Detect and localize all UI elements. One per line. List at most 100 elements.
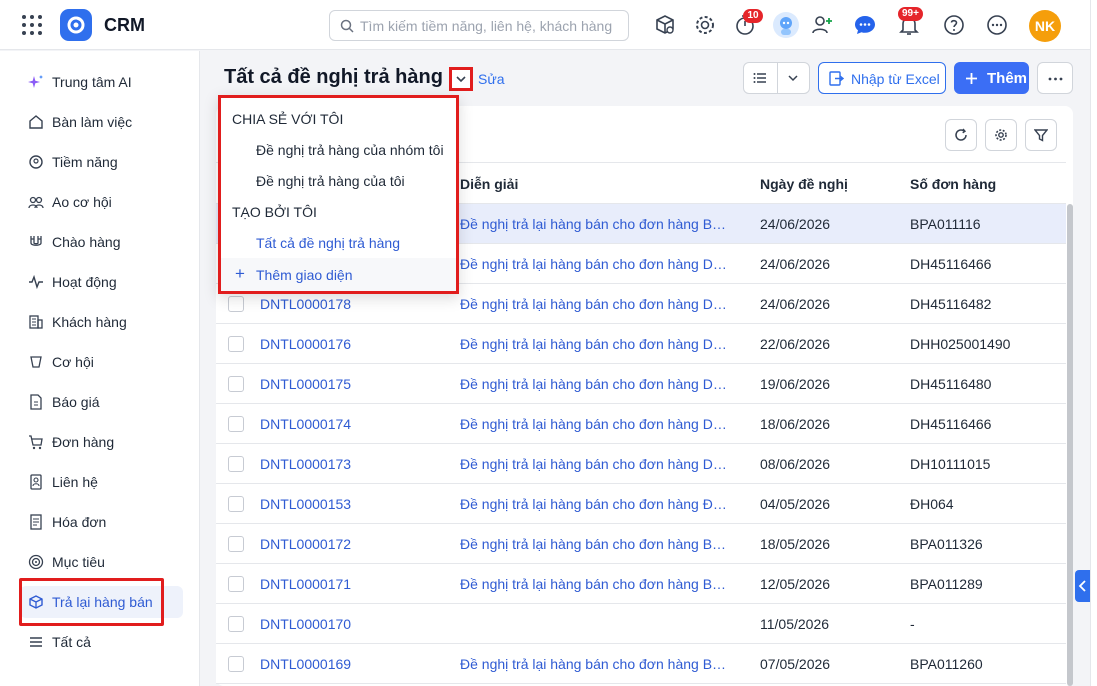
dropdown-item-my-returns[interactable]: Đề nghị trả hàng của tôi (256, 173, 405, 189)
timer-badge: 10 (743, 9, 763, 23)
description-link[interactable]: Đề nghị trả lại hàng bán cho đơn hàng BP… (460, 216, 732, 232)
return-code-link[interactable]: DNTL0000178 (260, 296, 351, 312)
description-link[interactable]: Đề nghị trả lại hàng bán cho đơn hàng DH… (460, 296, 732, 312)
column-header-date[interactable]: Ngày đề nghị (760, 176, 848, 192)
table-row[interactable]: DNTL0000170 11/05/2026 - (216, 604, 1066, 644)
sidebar-item-contacts[interactable]: Liên hệ (20, 466, 183, 498)
sidebar-item-orders[interactable]: Đơn hàng (20, 426, 183, 458)
table-row[interactable]: DNTL0000171 Đề nghị trả lại hàng bán cho … (216, 564, 1066, 604)
description-link[interactable]: Đề nghị trả lại hàng bán cho đơn hàng DH… (460, 376, 732, 392)
add-view-button[interactable]: + Thêm giao diện (221, 258, 456, 291)
sidebar-item-all[interactable]: Tất cả (20, 626, 183, 658)
row-checkbox[interactable] (228, 656, 244, 672)
sidebar-item-label: Mục tiêu (52, 554, 105, 570)
sidebar-item-label: Trả lại hàng bán (52, 594, 153, 610)
sidebar-item-offers[interactable]: Chào hàng (20, 226, 183, 258)
refresh-button[interactable] (945, 119, 977, 151)
table-row[interactable]: DNTL0000174 Đề nghị trả lại hàng bán cho … (216, 404, 1066, 444)
row-checkbox[interactable] (228, 336, 244, 352)
apps-grid-icon[interactable] (22, 15, 42, 35)
description-link[interactable]: Đề nghị trả lại hàng bán cho đơn hàng BP… (460, 576, 732, 592)
dropdown-item-all-returns[interactable]: Tất cả đề nghị trả hàng (256, 235, 400, 251)
view-mode-button[interactable] (743, 62, 810, 94)
sidebar-item-ai-center[interactable]: Trung tâm AI (20, 66, 183, 98)
column-header-order[interactable]: Số đơn hàng (910, 176, 996, 192)
sidebar-item-sales-returns[interactable]: Trả lại hàng bán (20, 586, 183, 618)
row-checkbox[interactable] (228, 536, 244, 552)
return-code-link[interactable]: DNTL0000174 (260, 416, 351, 432)
search-input[interactable] (360, 15, 622, 37)
sidebar-item-targets[interactable]: Mục tiêu (20, 546, 183, 578)
sidebar-item-opportunities[interactable]: Cơ hội (20, 346, 183, 378)
table-row[interactable]: DNTL0000173 Đề nghị trả lại hàng bán cho … (216, 444, 1066, 484)
chat-icon[interactable] (853, 13, 877, 37)
description-link[interactable]: Đề nghị trả lại hàng bán cho đơn hàng BP… (460, 656, 732, 672)
return-code-link[interactable]: DNTL0000176 (260, 336, 351, 352)
table-settings-button[interactable] (985, 119, 1017, 151)
settings-icon[interactable] (693, 13, 717, 37)
help-icon[interactable] (942, 13, 966, 37)
side-panel-toggle[interactable] (1075, 570, 1090, 602)
import-excel-button[interactable]: Nhập từ Excel (818, 62, 946, 94)
return-code-link[interactable]: DNTL0000169 (260, 656, 351, 672)
row-checkbox[interactable] (228, 576, 244, 592)
activity-icon (29, 274, 43, 290)
add-button[interactable]: Thêm (954, 62, 1029, 94)
more-actions-button[interactable] (1037, 62, 1073, 94)
return-code-link[interactable]: DNTL0000175 (260, 376, 351, 392)
description-link[interactable]: Đề nghị trả lại hàng bán cho đơn hàng DH… (460, 256, 732, 272)
global-search[interactable] (329, 10, 629, 41)
table-row[interactable]: DNTL0000176 Đề nghị trả lại hàng bán cho … (216, 324, 1066, 364)
sidebar-item-label: Hoạt động (52, 274, 117, 290)
sidebar-item-quotes[interactable]: Báo giá (20, 386, 183, 418)
return-code-link[interactable]: DNTL0000171 (260, 576, 351, 592)
sidebar-item-customers[interactable]: Khách hàng (20, 306, 183, 338)
sidebar-item-prospects[interactable]: Tiềm năng (20, 146, 183, 178)
return-code-link[interactable]: DNTL0000173 (260, 456, 351, 472)
return-code-link[interactable]: DNTL0000170 (260, 616, 351, 632)
row-checkbox[interactable] (228, 376, 244, 392)
sidebar-item-activities[interactable]: Hoạt động (20, 266, 183, 298)
user-avatar[interactable]: NK (1029, 10, 1061, 42)
description-link[interactable]: Đề nghị trả lại hàng bán cho đơn hàng DH… (460, 336, 732, 352)
description-link[interactable]: Đề nghị trả lại hàng bán cho đơn hàng ĐH… (460, 496, 732, 512)
request-date: 22/06/2026 (760, 336, 831, 352)
filter-button[interactable] (1025, 119, 1057, 151)
table-row[interactable]: DNTL0000172 Đề nghị trả lại hàng bán cho … (216, 524, 1066, 564)
view-selector-toggle[interactable] (449, 67, 473, 91)
row-checkbox[interactable] (228, 296, 244, 312)
edit-view-link[interactable]: Sửa (478, 71, 505, 87)
row-checkbox[interactable] (228, 496, 244, 512)
description-link[interactable]: Đề nghị trả lại hàng bán cho đơn hàng DH… (460, 416, 732, 432)
bot-avatar[interactable] (773, 12, 799, 38)
column-header-description[interactable]: Diễn giải (460, 176, 518, 192)
description-link[interactable]: Đề nghị trả lại hàng bán cho đơn hàng DH… (460, 456, 732, 472)
table-scrollbar[interactable] (1067, 204, 1073, 686)
sidebar-item-label: Liên hệ (52, 474, 98, 490)
page-title[interactable]: Tất cả đề nghị trả hàng (224, 66, 443, 89)
building-icon (29, 315, 43, 329)
row-checkbox[interactable] (228, 416, 244, 432)
dropdown-item-team-returns[interactable]: Đề nghị trả hàng của nhóm tôi (256, 142, 444, 158)
return-code-link[interactable]: DNTL0000153 (260, 496, 351, 512)
table-row[interactable]: DNTL0000153 Đề nghị trả lại hàng bán cho … (216, 484, 1066, 524)
sidebar-item-invoices[interactable]: Hóa đơn (20, 506, 183, 538)
sidebar-item-workspace[interactable]: Bàn làm việc (20, 106, 183, 138)
order-number: - (910, 616, 915, 632)
ellipsis-icon (1048, 77, 1063, 81)
return-code-link[interactable]: DNTL0000172 (260, 536, 351, 552)
row-checkbox[interactable] (228, 616, 244, 632)
add-user-icon[interactable] (810, 13, 834, 37)
description-link[interactable]: Đề nghị trả lại hàng bán cho đơn hàng BP… (460, 536, 732, 552)
sidebar-item-label: Bàn làm việc (52, 114, 133, 130)
sidebar-item-label: Tất cả (52, 634, 91, 650)
top-bar: CRM 10 99+ NK (0, 0, 1090, 50)
more-icon[interactable] (985, 13, 1009, 37)
crm-logo[interactable] (60, 9, 92, 41)
row-checkbox[interactable] (228, 456, 244, 472)
table-row[interactable]: DNTL0000169 Đề nghị trả lại hàng bán cho … (216, 644, 1066, 684)
prospect-icon (29, 155, 43, 169)
table-row[interactable]: DNTL0000175 Đề nghị trả lại hàng bán cho … (216, 364, 1066, 404)
package-search-icon[interactable] (653, 13, 677, 37)
sidebar-item-opportunity-pool[interactable]: Ao cơ hội (20, 186, 183, 218)
